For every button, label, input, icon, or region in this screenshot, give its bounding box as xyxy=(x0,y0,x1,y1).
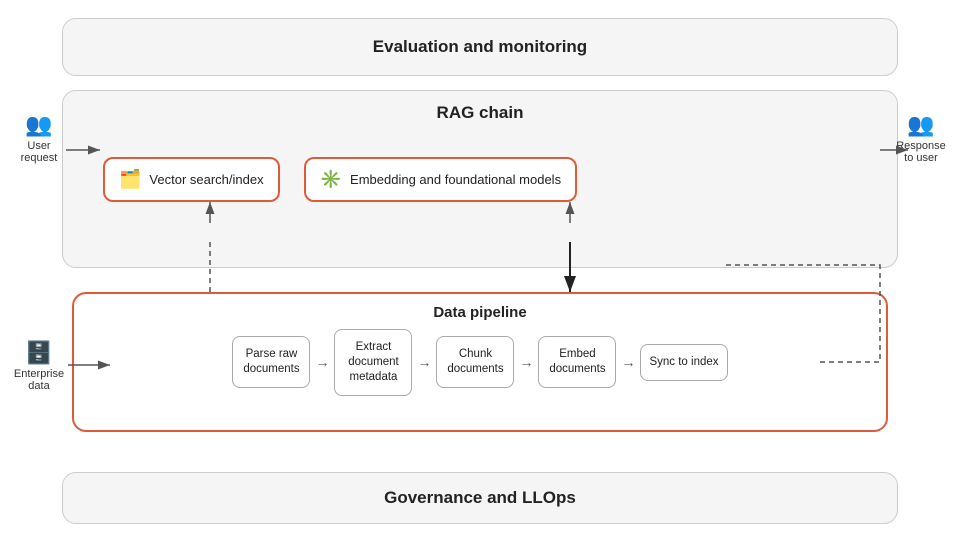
layers-icon: 🗂️ xyxy=(119,169,141,190)
step-sync-label: Sync to index xyxy=(649,356,718,368)
data-pipeline-title: Data pipeline xyxy=(74,294,886,321)
vector-search-label: Vector search/index xyxy=(149,172,263,187)
arrow-3: → xyxy=(519,354,533,370)
response-label: Responseto user xyxy=(896,140,946,164)
step-extract-label: Extractdocumentmetadata xyxy=(348,341,399,383)
step-parse-label: Parse rawdocuments xyxy=(243,348,299,375)
files-icon: 🗄️ xyxy=(25,340,52,366)
sparkle-icon: ✳️ xyxy=(320,169,342,190)
step-embed: Embeddocuments xyxy=(538,336,616,388)
rag-chain-title: RAG chain xyxy=(63,91,897,123)
governance-box: Governance and LLOps xyxy=(62,472,898,524)
enterprise-label: Enterprisedata xyxy=(14,368,64,392)
arrows-svg xyxy=(10,10,950,530)
diagram-wrapper: Evaluation and monitoring RAG chain 🗂️ V… xyxy=(10,10,950,530)
step-chunk-label: Chunkdocuments xyxy=(447,348,503,375)
vector-search-box: 🗂️ Vector search/index xyxy=(103,157,280,202)
arrow-1: → xyxy=(315,354,329,370)
step-extract: Extractdocumentmetadata xyxy=(334,329,412,396)
enterprise-data: 🗄️ Enterprisedata xyxy=(10,340,68,392)
data-pipeline-box: Data pipeline Parse rawdocuments → Extra… xyxy=(72,292,888,432)
user-icon: 👥 xyxy=(25,112,52,138)
step-chunk: Chunkdocuments xyxy=(436,336,514,388)
step-embed-label: Embeddocuments xyxy=(549,348,605,375)
step-sync: Sync to index xyxy=(640,344,727,381)
arrow-4: → xyxy=(621,354,635,370)
user-request: 👥 Userrequest xyxy=(12,112,66,164)
embedding-box: ✳️ Embedding and foundational models xyxy=(304,157,577,202)
evaluation-label: Evaluation and monitoring xyxy=(373,37,587,57)
response-icon: 👥 xyxy=(907,112,934,138)
governance-label: Governance and LLOps xyxy=(384,488,576,508)
user-request-label: Userrequest xyxy=(21,140,58,164)
embedding-label: Embedding and foundational models xyxy=(350,172,561,187)
step-parse: Parse rawdocuments xyxy=(232,336,310,388)
evaluation-box: Evaluation and monitoring xyxy=(62,18,898,76)
arrow-2: → xyxy=(417,354,431,370)
rag-chain-box: RAG chain 🗂️ Vector search/index ✳️ Embe… xyxy=(62,90,898,268)
response-user: 👥 Responseto user xyxy=(894,112,948,164)
